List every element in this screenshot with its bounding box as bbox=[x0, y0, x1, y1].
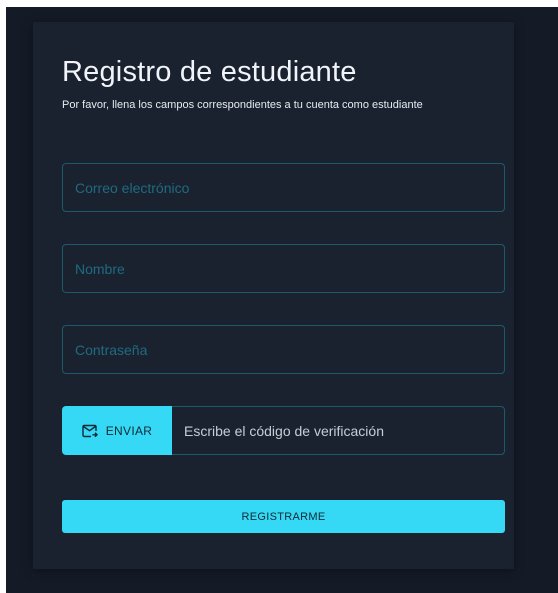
email-field[interactable] bbox=[63, 164, 504, 211]
page-title: Registro de estudiante bbox=[62, 56, 357, 88]
send-code-label: ENVIAR bbox=[105, 423, 153, 438]
name-field-container bbox=[62, 244, 505, 293]
page-subtitle: Por favor, llena los campos correspondie… bbox=[62, 99, 423, 111]
verification-field-container bbox=[172, 406, 505, 455]
register-button[interactable]: REGISTRARME bbox=[62, 500, 505, 533]
name-field[interactable] bbox=[63, 245, 504, 292]
verification-row: ENVIAR bbox=[62, 406, 505, 455]
send-mail-icon bbox=[82, 424, 98, 438]
password-field[interactable] bbox=[63, 326, 504, 373]
email-field-container bbox=[62, 163, 505, 212]
registration-card: Registro de estudiante Por favor, llena … bbox=[33, 22, 514, 569]
verification-code-field[interactable] bbox=[172, 407, 504, 454]
send-code-button[interactable]: ENVIAR bbox=[62, 406, 172, 455]
password-field-container bbox=[62, 325, 505, 374]
page-background: Registro de estudiante Por favor, llena … bbox=[6, 7, 558, 593]
